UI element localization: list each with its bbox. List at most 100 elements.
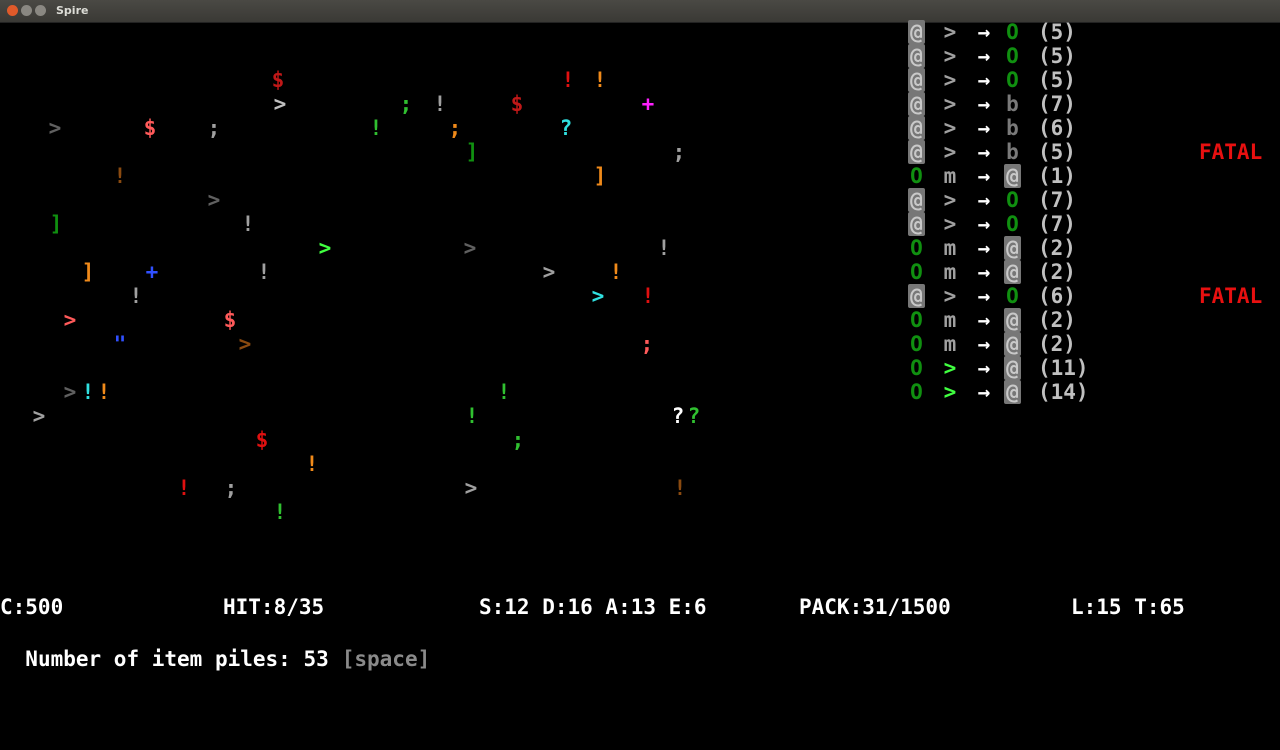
map-item-glyph: " (113, 332, 127, 356)
map-item-glyph: ; (448, 116, 462, 140)
damage-value: (5) (1038, 68, 1076, 92)
arrow-glyph: → (977, 236, 991, 260)
damage-value: (5) (1038, 20, 1076, 44)
map-item-glyph: > (63, 308, 77, 332)
log-entry: @ > → O (6) FATAL (904, 284, 1280, 308)
map-item-glyph: ! (609, 260, 623, 284)
map-item-glyph: ! (497, 380, 511, 404)
attack-verb-glyph: > (943, 380, 957, 404)
dungeon-map[interactable]: $!! >;! $ + > $;!;?];!] >]! > >!] +! >!! >! > $ " >; >!!… (0, 22, 900, 582)
log-entry: Om → @ (2) (904, 260, 1280, 284)
damage-value: (2) (1038, 236, 1076, 260)
target-glyph: b (1006, 92, 1019, 116)
map-item-glyph: ] (465, 140, 479, 164)
map-item-glyph: > (591, 284, 605, 308)
target-glyph: @ (1004, 332, 1021, 356)
attacker-glyph: @ (908, 284, 925, 308)
fatal-label: FATAL (1199, 140, 1263, 164)
map-item-glyph: ; (399, 92, 413, 116)
attack-verb-glyph: m (943, 332, 957, 356)
arrow-glyph: → (977, 116, 991, 140)
map-item-glyph: + (641, 92, 655, 116)
attacker-glyph: @ (908, 212, 925, 236)
map-item-glyph: > (63, 380, 77, 404)
damage-value: (5) (1038, 44, 1076, 68)
damage-value: (11) (1038, 356, 1089, 380)
damage-value: (7) (1038, 92, 1076, 116)
target-glyph: b (1006, 116, 1019, 140)
maximize-window-button[interactable] (35, 5, 46, 16)
map-item-glyph: > (32, 404, 46, 428)
damage-value: (2) (1038, 260, 1076, 284)
map-item-glyph: $ (255, 428, 269, 452)
damage-value: (7) (1038, 212, 1076, 236)
attack-verb-glyph: > (943, 356, 957, 380)
attack-verb-glyph: > (943, 140, 957, 164)
map-item-glyph: > (463, 236, 477, 260)
map-item-glyph: > (318, 236, 332, 260)
map-item-glyph: > (207, 188, 221, 212)
arrow-glyph: → (977, 68, 991, 92)
map-item-glyph: > (238, 332, 252, 356)
arrow-glyph: → (977, 380, 991, 404)
map-item-glyph: > (464, 476, 478, 500)
map-item-glyph: $ (271, 68, 285, 92)
message-text: Number of item piles: 53 (25, 647, 329, 671)
attacker-glyph: O (910, 308, 923, 332)
attacker-glyph: @ (908, 116, 925, 140)
attacker-glyph: @ (908, 188, 925, 212)
target-glyph: @ (1004, 236, 1021, 260)
close-window-button[interactable] (7, 5, 18, 16)
map-item-glyph: ! (673, 476, 687, 500)
attack-verb-glyph: > (943, 44, 957, 68)
arrow-glyph: → (977, 356, 991, 380)
map-item-glyph: ! (129, 284, 143, 308)
target-glyph: @ (1004, 308, 1021, 332)
attacker-glyph: @ (908, 68, 925, 92)
pack-stat: PACK:31/1500 (799, 595, 951, 619)
target-glyph: O (1006, 284, 1019, 308)
attack-verb-glyph: > (943, 116, 957, 140)
map-item-glyph: ? (559, 116, 573, 140)
damage-value: (2) (1038, 308, 1076, 332)
target-glyph: @ (1004, 380, 1021, 404)
map-item-glyph: ; (207, 116, 221, 140)
continue-prompt[interactable]: [space] (342, 647, 431, 671)
map-item-glyph: ] (49, 212, 63, 236)
message-line: Number of item piles: 53 [space] (0, 620, 430, 671)
attack-verb-glyph: m (943, 164, 957, 188)
arrow-glyph: → (977, 92, 991, 116)
attacker-glyph: O (910, 380, 923, 404)
arrow-glyph: → (977, 284, 991, 308)
target-glyph: O (1006, 212, 1019, 236)
target-glyph: @ (1004, 356, 1021, 380)
log-entry: Om → @ (2) (904, 332, 1280, 356)
map-item-glyph: + (145, 260, 159, 284)
map-item-glyph: ! (657, 236, 671, 260)
hit-points-stat: HIT:8/35 (223, 595, 325, 619)
attacker-glyph: O (910, 332, 923, 356)
attacker-glyph: @ (908, 20, 925, 44)
damage-value: (6) (1038, 284, 1076, 308)
map-item-glyph: ; (511, 428, 525, 452)
attacker-glyph: O (910, 260, 923, 284)
map-item-glyph: ! (305, 452, 319, 476)
damage-value: (7) (1038, 188, 1076, 212)
attack-verb-glyph: > (943, 284, 957, 308)
attack-verb-glyph: > (943, 212, 957, 236)
minimize-window-button[interactable] (21, 5, 32, 16)
map-item-glyph: ! (465, 404, 479, 428)
map-item-glyph: ! (97, 380, 111, 404)
arrow-glyph: → (977, 164, 991, 188)
map-item-glyph: ! (177, 476, 191, 500)
attributes-stat: S:12 D:16 A:13 E:6 (479, 595, 707, 619)
map-item-glyph: > (542, 260, 556, 284)
attack-verb-glyph: m (943, 236, 957, 260)
attack-verb-glyph: > (943, 20, 957, 44)
arrow-glyph: → (977, 308, 991, 332)
attacker-glyph: @ (908, 92, 925, 116)
log-entry: @ > → O (5) (904, 68, 1280, 92)
damage-value: (14) (1038, 380, 1089, 404)
attacker-glyph: O (910, 356, 923, 380)
attacker-glyph: O (910, 236, 923, 260)
